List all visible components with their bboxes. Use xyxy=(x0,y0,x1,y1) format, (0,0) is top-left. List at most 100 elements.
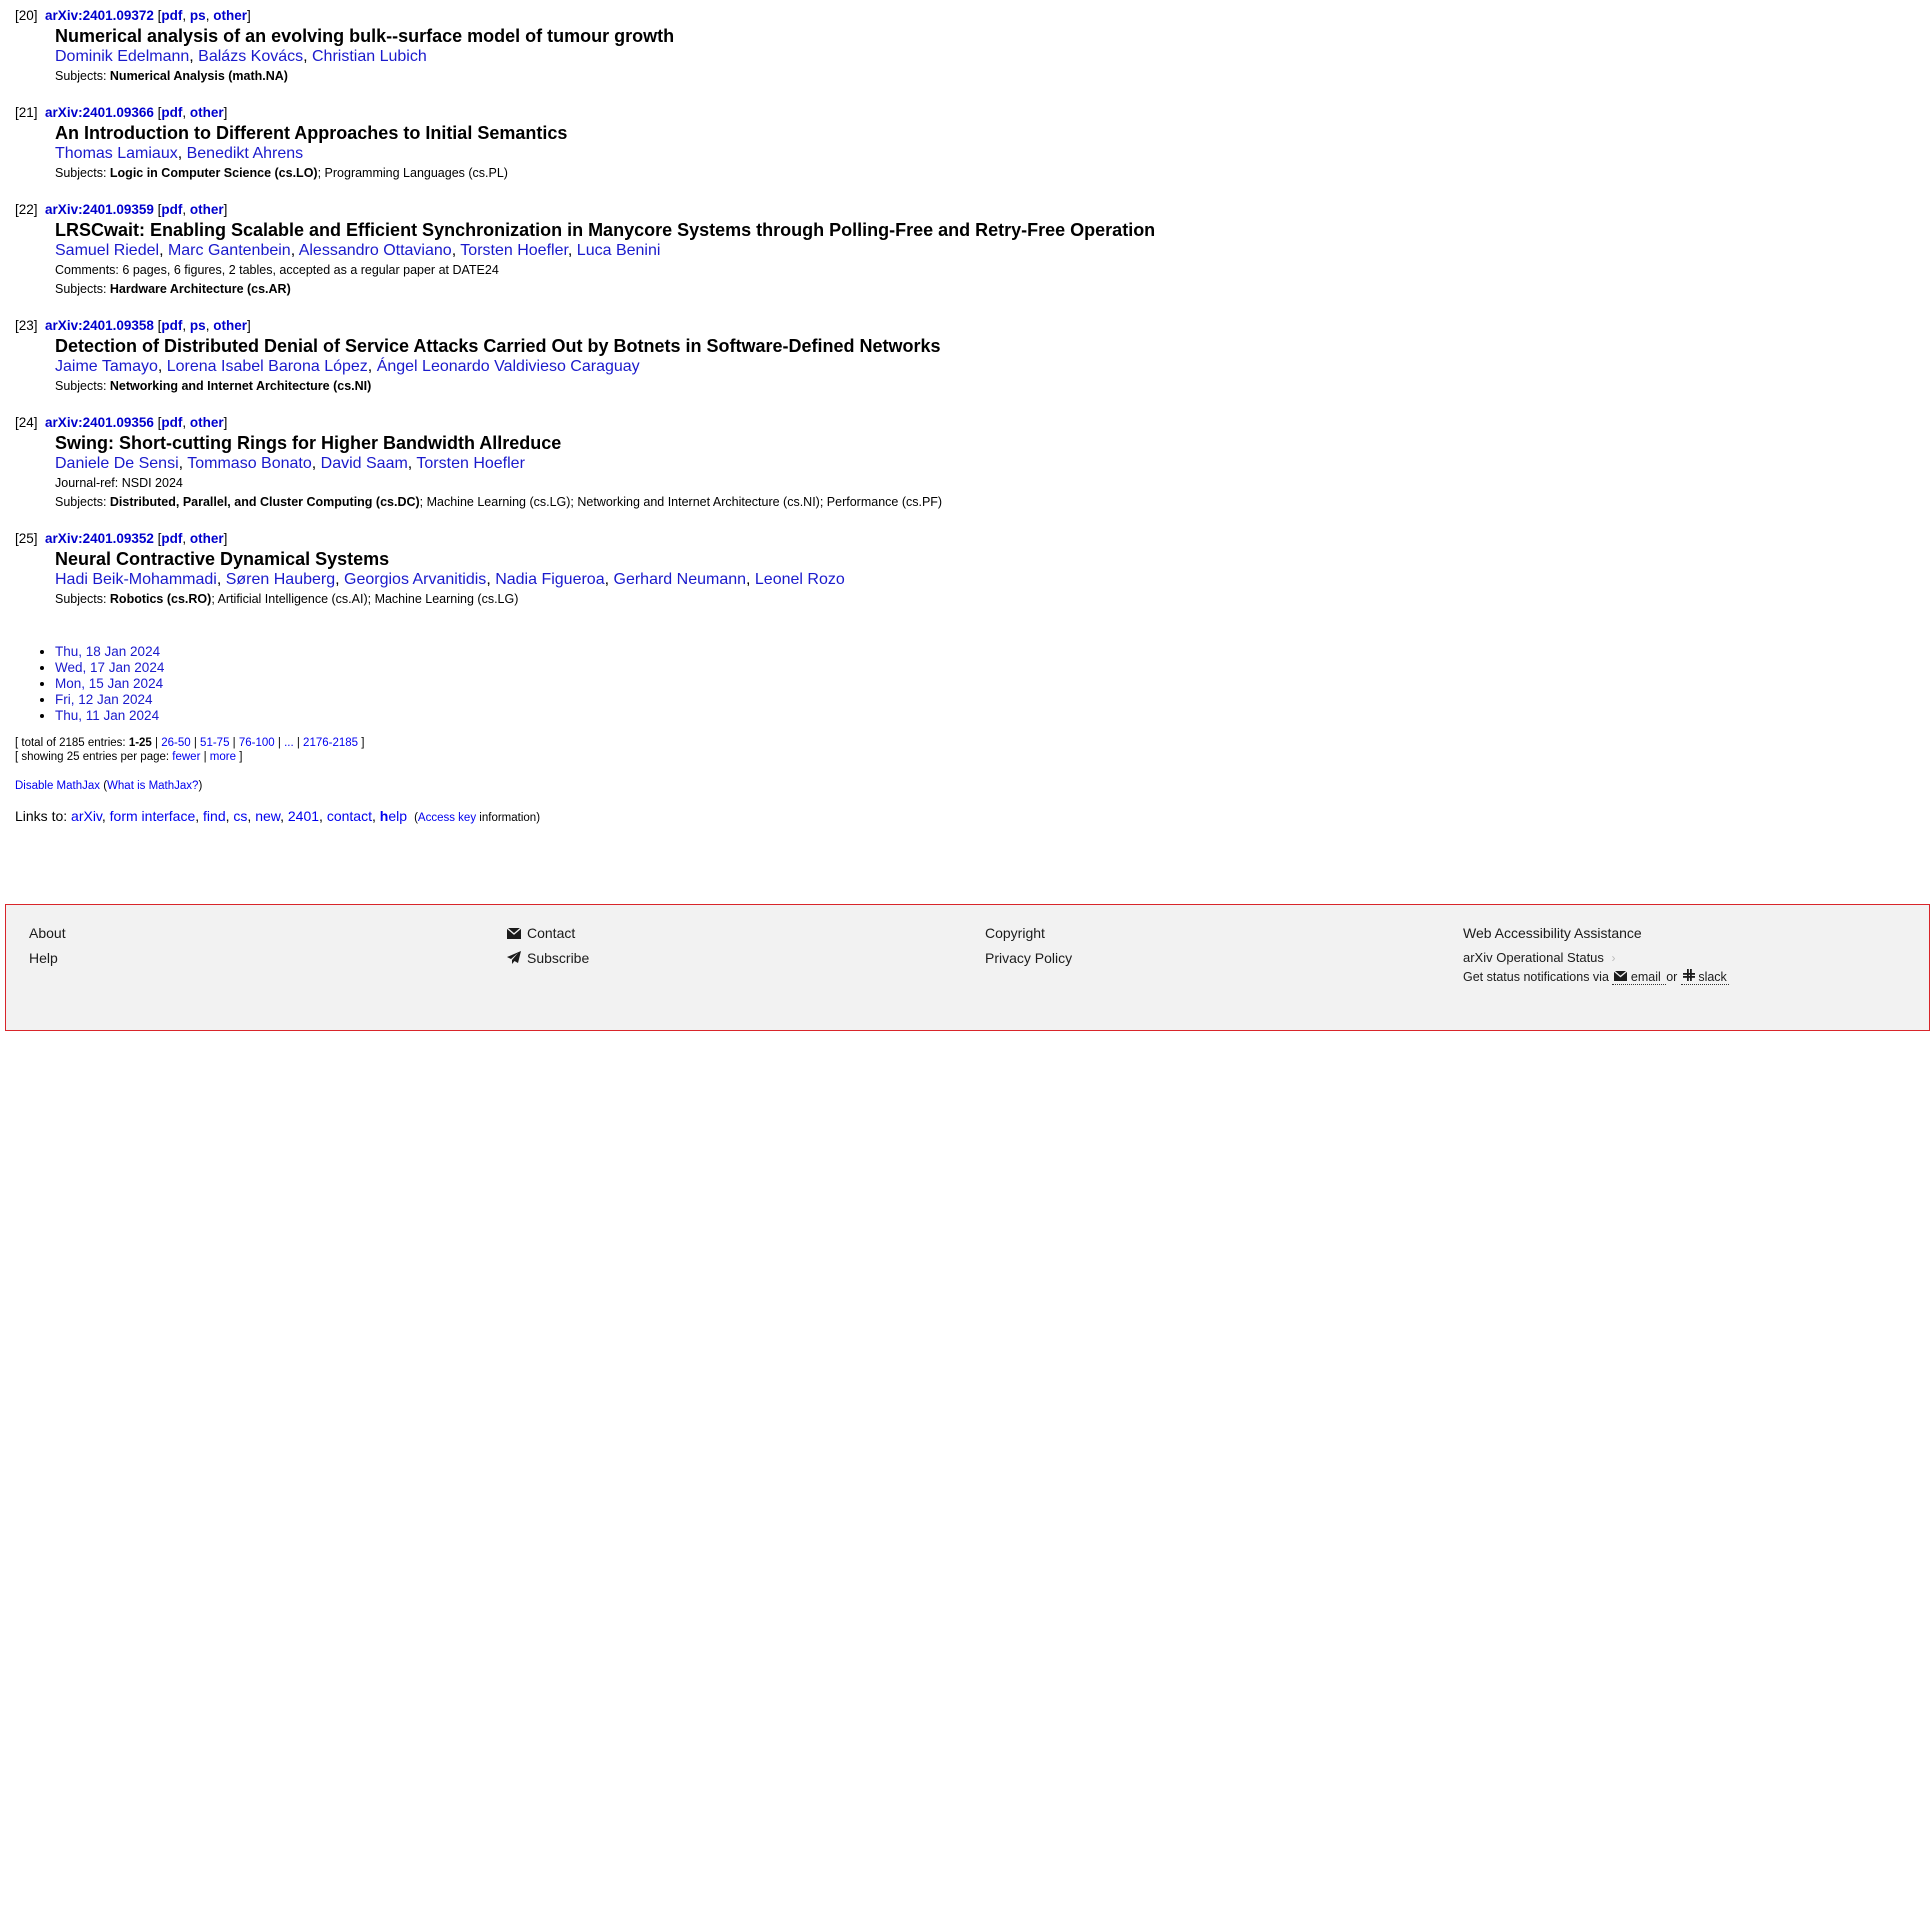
listing-entry: [22] arXiv:2401.09359 [pdf, other] LRSCwa… xyxy=(15,202,1895,299)
author-link[interactable]: Alessandro Ottaviano xyxy=(299,242,452,259)
page-link[interactable]: 2176-2185 xyxy=(303,737,358,749)
pdf-link[interactable]: pdf xyxy=(161,318,182,333)
nav-link[interactable]: new xyxy=(255,808,280,824)
subjects-label: Subjects: xyxy=(55,592,107,606)
mathjax-line: Disable MathJax (What is MathJax?) xyxy=(15,780,203,792)
other-link[interactable]: other xyxy=(190,202,224,217)
entry-header: [22] arXiv:2401.09359 [pdf, other] xyxy=(15,202,228,217)
author-link[interactable]: Gerhard Neumann xyxy=(614,571,747,588)
page-link[interactable]: 76-100 xyxy=(239,737,275,749)
pdf-link[interactable]: pdf xyxy=(161,415,182,430)
author-link[interactable]: Balázs Kovács xyxy=(198,48,303,65)
nav-link[interactable]: contact xyxy=(327,808,372,824)
date-link[interactable]: Mon, 15 Jan 2024 xyxy=(55,676,163,691)
entry-header: [24] arXiv:2401.09356 [pdf, other] xyxy=(15,415,228,430)
arxiv-id-link[interactable]: arXiv:2401.09366 xyxy=(45,105,154,120)
links-line: Links to: arXiv, form interface, find, c… xyxy=(15,808,1895,824)
author-link[interactable]: Søren Hauberg xyxy=(226,571,335,588)
pdf-link[interactable]: pdf xyxy=(161,202,182,217)
other-link[interactable]: other xyxy=(213,318,247,333)
author-link[interactable]: Hadi Beik-Mohammadi xyxy=(55,571,217,588)
author-link[interactable]: Daniele De Sensi xyxy=(55,455,179,472)
author-link[interactable]: Marc Gantenbein xyxy=(168,242,291,259)
what-is-mathjax-link[interactable]: What is MathJax? xyxy=(107,780,198,792)
date-link[interactable]: Thu, 11 Jan 2024 xyxy=(55,708,159,723)
other-link[interactable]: other xyxy=(213,8,247,23)
author-link[interactable]: Luca Benini xyxy=(577,242,661,259)
footer-subscribe-link[interactable]: Subscribe xyxy=(527,950,589,966)
entry-index: [20] xyxy=(15,8,38,23)
author-link[interactable]: Benedikt Ahrens xyxy=(187,145,304,162)
date-link[interactable]: Thu, 18 Jan 2024 xyxy=(55,644,160,659)
footer-accessibility-link[interactable]: Web Accessibility Assistance xyxy=(1463,925,1642,941)
nav-link[interactable]: form interface xyxy=(110,808,196,824)
arxiv-id-link[interactable]: arXiv:2401.09372 xyxy=(45,8,154,23)
notify-slack-link[interactable]: slack xyxy=(1680,969,1729,985)
listing-entry: [21] arXiv:2401.09366 [pdf, other] An Int… xyxy=(15,105,1895,183)
author-link[interactable]: Dominik Edelmann xyxy=(55,48,189,65)
date-link[interactable]: Fri, 12 Jan 2024 xyxy=(55,692,153,707)
paging-page-links: | 26-50 | 51-75 | 76-100 | ... | 2176-21… xyxy=(155,737,359,749)
author-link[interactable]: Ángel Leonardo Valdivieso Caraguay xyxy=(377,358,640,375)
subjects-label: Subjects: xyxy=(55,166,107,180)
author-link[interactable]: David Saam xyxy=(321,455,408,472)
footer-contact-link[interactable]: Contact xyxy=(527,925,575,941)
page-link[interactable]: 51-75 xyxy=(200,737,229,749)
footer-col-1: About Help xyxy=(29,923,66,973)
author-link[interactable]: Christian Lubich xyxy=(312,48,427,65)
nav-link[interactable]: cs xyxy=(233,808,247,824)
entry-index: [22] xyxy=(15,202,38,217)
pdf-link[interactable]: pdf xyxy=(161,105,182,120)
author-link[interactable]: Torsten Hoefler xyxy=(460,242,568,259)
author-link[interactable]: Nadia Figueroa xyxy=(495,571,604,588)
journal-ref-line: Journal-ref: NSDI 2024 xyxy=(55,474,1895,493)
footer-about-link[interactable]: About xyxy=(29,925,66,941)
access-key-link[interactable]: Access key xyxy=(418,812,476,824)
page-link[interactable]: 26-50 xyxy=(161,737,190,749)
author-link[interactable]: Georgios Arvanitidis xyxy=(344,571,486,588)
other-link[interactable]: other xyxy=(190,105,224,120)
author-link[interactable]: Torsten Hoefler xyxy=(416,455,525,472)
footer-status-link[interactable]: arXiv Operational Status xyxy=(1463,950,1604,965)
entry-index: [23] xyxy=(15,318,38,333)
arxiv-id-link[interactable]: arXiv:2401.09356 xyxy=(45,415,154,430)
entry-header: [23] arXiv:2401.09358 [pdf, ps, other] xyxy=(15,318,251,333)
ps-link[interactable]: ps xyxy=(190,318,206,333)
footer-privacy-link[interactable]: Privacy Policy xyxy=(985,950,1072,966)
author-link[interactable]: Leonel Rozo xyxy=(755,571,845,588)
page-link[interactable]: ... xyxy=(284,737,294,749)
other-link[interactable]: other xyxy=(190,531,224,546)
footer-help-link[interactable]: Help xyxy=(29,950,58,966)
author-link[interactable]: Thomas Lamiaux xyxy=(55,145,178,162)
notify-slack-label: slack xyxy=(1698,970,1727,984)
ps-link[interactable]: ps xyxy=(190,8,206,23)
disable-mathjax-link[interactable]: Disable MathJax xyxy=(15,780,100,792)
subjects-line: Subjects: Robotics (cs.RO); Artificial I… xyxy=(55,590,1895,609)
fewer-link[interactable]: fewer xyxy=(172,751,200,763)
subjects-label: Subjects: xyxy=(55,282,107,296)
author-link[interactable]: Samuel Riedel xyxy=(55,242,159,259)
arxiv-id-link[interactable]: arXiv:2401.09359 xyxy=(45,202,154,217)
arxiv-id-link[interactable]: arXiv:2401.09352 xyxy=(45,531,154,546)
nav-link[interactable]: 2401 xyxy=(288,808,319,824)
nav-link[interactable]: arXiv xyxy=(71,808,102,824)
pdf-link[interactable]: pdf xyxy=(161,8,182,23)
author-link[interactable]: Tommaso Bonato xyxy=(187,455,312,472)
primary-subject: Networking and Internet Architecture (cs… xyxy=(109,379,372,393)
notify-email-link[interactable]: email xyxy=(1612,970,1667,985)
other-link[interactable]: other xyxy=(190,415,224,430)
author-link[interactable]: Jaime Tamayo xyxy=(55,358,158,375)
help-link[interactable]: help xyxy=(380,808,407,824)
date-list: Thu, 18 Jan 2024Wed, 17 Jan 2024Mon, 15 … xyxy=(15,644,1895,724)
arxiv-id-link[interactable]: arXiv:2401.09358 xyxy=(45,318,154,333)
footer-copyright-link[interactable]: Copyright xyxy=(985,925,1045,941)
subjects-line: Subjects: Hardware Architecture (cs.AR) xyxy=(55,280,1895,299)
pdf-link[interactable]: pdf xyxy=(161,531,182,546)
author-link[interactable]: Lorena Isabel Barona López xyxy=(167,358,368,375)
nav-link[interactable]: find xyxy=(203,808,226,824)
journal-ref-text: NSDI 2024 xyxy=(121,476,183,490)
paging-showing-line: [ showing 25 entries per page: fewer | m… xyxy=(15,751,243,763)
more-link[interactable]: more xyxy=(210,751,236,763)
date-link[interactable]: Wed, 17 Jan 2024 xyxy=(55,660,164,675)
paper-plane-icon xyxy=(507,949,523,969)
